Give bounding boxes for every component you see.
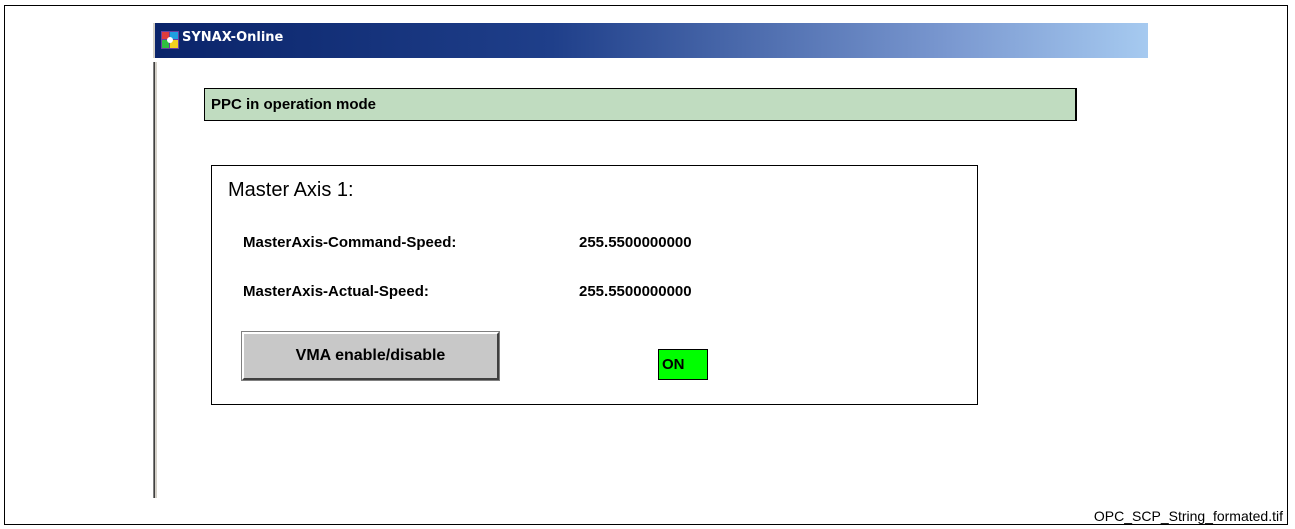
master-axis-group: Master Axis 1: MasterAxis-Command-Speed:… [211, 165, 978, 405]
group-title: Master Axis 1: [228, 179, 354, 201]
window-title: SYNAX-Online [182, 30, 284, 45]
vma-status-indicator: ON [658, 349, 708, 380]
status-message: PPC in operation mode [211, 96, 377, 113]
image-caption: OPC_SCP_String_formated.tif [1093, 508, 1283, 524]
status-message-bar: PPC in operation mode [204, 88, 1077, 121]
command-speed-label: MasterAxis-Command-Speed: [243, 234, 457, 251]
actual-speed-label: MasterAxis-Actual-Speed: [243, 283, 429, 300]
vma-enable-disable-button[interactable]: VMA enable/disable [241, 331, 500, 381]
title-bar[interactable]: SYNAX-Online [153, 23, 1148, 58]
app-icon [161, 31, 179, 49]
window-left-edge [153, 62, 157, 498]
actual-speed-value: 255.5500000000 [579, 283, 692, 300]
command-speed-value: 255.5500000000 [579, 234, 692, 251]
